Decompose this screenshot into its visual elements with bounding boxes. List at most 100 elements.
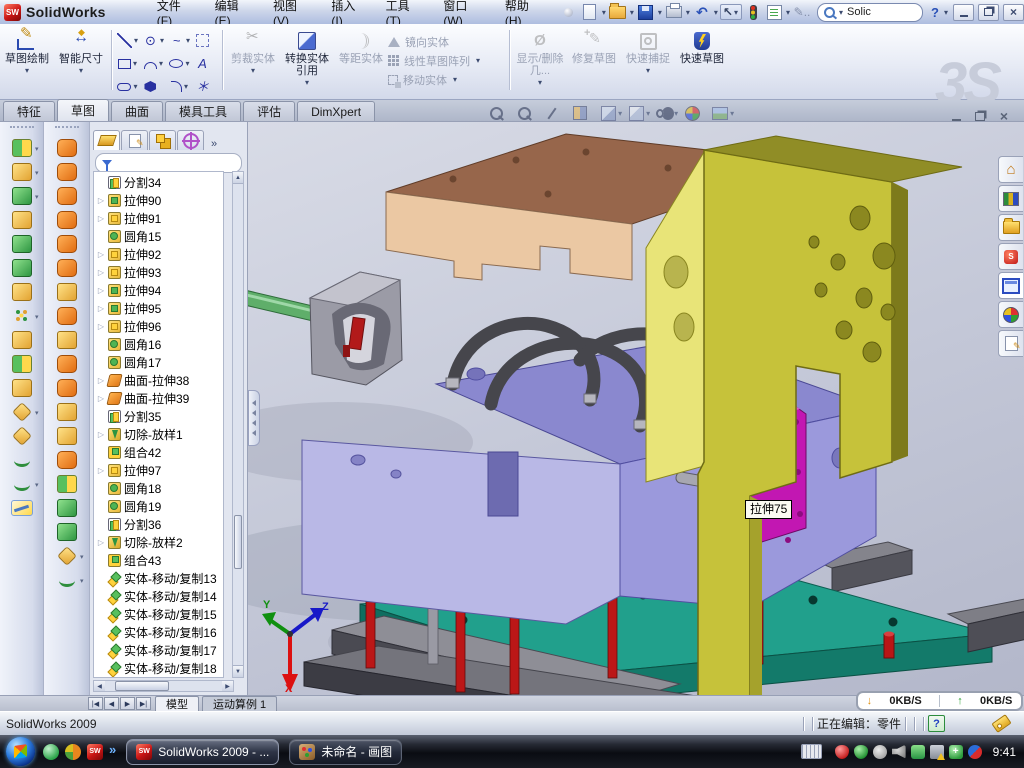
ribbon-right-button[interactable]: 快速捕捉 ▾ — [621, 27, 675, 95]
command-tab[interactable]: 曲面 — [111, 101, 163, 121]
toolbar-grip[interactable] — [55, 126, 79, 131]
tab-nav-button[interactable]: ▶ — [120, 697, 135, 710]
panel-overflow-chevron[interactable]: » — [211, 138, 217, 150]
taskbar-clock[interactable]: 9:41 — [993, 745, 1016, 759]
features-toolbar-icon[interactable]: ▾ — [52, 304, 82, 328]
tab-nav-button[interactable]: |◀ — [88, 697, 103, 710]
headsup-icon[interactable] — [600, 105, 616, 121]
feature-tree-item[interactable]: ▷ 实体-移动/复制18 — [94, 659, 223, 677]
scroll-thumb[interactable] — [234, 515, 242, 569]
features-toolbar-icon[interactable]: ▾ — [52, 352, 82, 376]
part-gray-clamp[interactable] — [310, 272, 402, 385]
feature-tree-item[interactable]: ▷ 切除-放样1 — [94, 425, 223, 443]
sketch-entity-button[interactable]: ▾ — [193, 29, 219, 52]
feature-tree-item[interactable]: ▷ 拉伸92 — [94, 245, 223, 263]
tree-filter-input[interactable] — [95, 153, 242, 173]
edit-color-icon[interactable]: ✎.. — [792, 3, 812, 21]
mold-toolbar-icon[interactable]: ▾ — [7, 424, 37, 448]
sketch-entity-button[interactable]: ＊ ▾ — [193, 75, 219, 98]
headsup-icon[interactable] — [488, 105, 504, 121]
expand-arrow-icon[interactable]: ▷ — [97, 250, 105, 259]
feature-tree-item[interactable]: ▷ 圆角15 — [94, 227, 223, 245]
quicklaunch-messenger-icon[interactable] — [43, 744, 59, 760]
dimxpert-manager-tab[interactable] — [177, 130, 204, 150]
sketch-entity-button[interactable]: ▾ — [115, 29, 141, 52]
tray-icon[interactable] — [854, 745, 868, 759]
doc-minimize-button[interactable] — [946, 108, 966, 124]
mold-toolbar-icon[interactable]: ▾ — [7, 304, 37, 328]
feature-tree-item[interactable]: ▷ 圆角17 — [94, 353, 223, 371]
feature-tree-item[interactable]: ▷ 曲面-拉伸39 — [94, 389, 223, 407]
feature-tree-item[interactable]: ▷ 拉伸93 — [94, 263, 223, 281]
mold-toolbar-icon[interactable]: ▾ — [7, 160, 37, 184]
doc-close-button[interactable]: × — [994, 108, 1014, 124]
start-button[interactable] — [6, 737, 35, 766]
tray-icon[interactable] — [892, 745, 906, 759]
tree-vertical-scrollbar[interactable]: ▲ ▼ — [232, 171, 244, 678]
quicklaunch-overflow-chevron[interactable]: » — [109, 742, 116, 757]
mold-toolbar-icon[interactable]: ▾ — [7, 208, 37, 232]
quicklaunch-solidworks-icon[interactable]: SW — [87, 744, 103, 760]
feature-tree-item[interactable]: ▷ 拉伸97 — [94, 461, 223, 479]
undo-dropdown[interactable]: ▾ — [714, 8, 718, 17]
ribbon-right-button[interactable]: 快速草图 ▾ — [675, 27, 729, 95]
mold-toolbar-icon[interactable]: ▾ — [7, 472, 37, 496]
scroll-down-icon[interactable]: ▼ — [233, 665, 243, 677]
expand-arrow-icon[interactable]: ▷ — [97, 430, 105, 439]
mold-toolbar-icon[interactable]: ▾ — [7, 352, 37, 376]
quicklaunch-app-icon[interactable] — [65, 744, 81, 760]
task-pane-tab[interactable] — [998, 185, 1023, 212]
expand-arrow-icon[interactable]: ▷ — [97, 538, 105, 547]
task-pane-tab[interactable]: ⌂ — [998, 156, 1023, 183]
input-language-icon[interactable] — [801, 744, 822, 759]
expand-arrow-icon[interactable]: ▷ — [97, 268, 105, 277]
scroll-up-icon[interactable]: ▲ — [233, 172, 243, 184]
expand-arrow-icon[interactable]: ▷ — [97, 196, 105, 205]
expand-arrow-icon[interactable]: ▷ — [97, 304, 105, 313]
features-toolbar-icon[interactable]: ▾ — [52, 328, 82, 352]
feature-manager-tab[interactable] — [93, 130, 120, 150]
close-button[interactable]: × — [1003, 4, 1024, 21]
feature-tree-item[interactable]: ▷ 实体-移动/复制17 — [94, 641, 223, 659]
feature-tree-item[interactable]: ▷ 组合43 — [94, 551, 223, 569]
feature-tree-item[interactable]: ▷ 圆角19 — [94, 497, 223, 515]
ribbon-mid-button[interactable]: 剪裁实体 ▾ — [226, 27, 280, 95]
pin-icon[interactable] — [559, 3, 579, 21]
features-toolbar-icon[interactable]: ▾ — [52, 472, 82, 496]
command-tab[interactable]: 草图 — [57, 99, 109, 121]
features-toolbar-icon[interactable]: ▾ — [52, 376, 82, 400]
command-tab[interactable]: 特征 — [3, 101, 55, 121]
sketch-entity-button[interactable]: ▾ — [167, 75, 193, 98]
graphics-viewport[interactable]: Y Z X — [248, 122, 1024, 695]
feature-tree-item[interactable]: ▷ 分割34 — [94, 173, 223, 191]
undo-icon[interactable]: ↶ — [692, 3, 712, 21]
feature-tree-item[interactable]: ▷ 实体-移动/复制13 — [94, 569, 223, 587]
mold-toolbar-icon[interactable]: ▾ — [7, 232, 37, 256]
mold-toolbar-icon[interactable]: ▾ — [7, 136, 37, 160]
options-icon[interactable] — [764, 3, 784, 21]
feature-tree-item[interactable]: ▷ 圆角16 — [94, 335, 223, 353]
sketch-entity-button[interactable]: ▾ — [141, 75, 167, 98]
feature-tree-item[interactable]: ▷ 分割36 — [94, 515, 223, 533]
panel-splitter-handle[interactable] — [248, 390, 260, 446]
tab-nav-button[interactable]: ◀ — [104, 697, 119, 710]
task-pane-tab[interactable] — [998, 214, 1023, 241]
tab-nav-button[interactable]: ▶| — [136, 697, 151, 710]
select-tool[interactable]: ↖▾ — [720, 4, 742, 20]
expand-arrow-icon[interactable]: ▷ — [97, 376, 105, 385]
minimize-button[interactable] — [953, 4, 974, 21]
tray-icon[interactable] — [968, 745, 982, 759]
search-input[interactable]: ▾ Solic — [817, 3, 923, 22]
tray-icon[interactable] — [911, 745, 925, 759]
ribbon-right-button[interactable]: Ø 显示/删除几... ▾ — [513, 27, 567, 95]
mold-toolbar-icon[interactable]: ▾ — [7, 256, 37, 280]
stoplight-rebuild-icon[interactable] — [743, 3, 763, 21]
features-toolbar-icon[interactable]: ▾ — [52, 496, 82, 520]
feature-tree-item[interactable]: ▷ 拉伸94 — [94, 281, 223, 299]
feature-tree-item[interactable]: ▷ 实体-移动/复制15 — [94, 605, 223, 623]
mold-toolbar-icon[interactable]: ▾ — [7, 376, 37, 400]
command-tab[interactable]: 评估 — [243, 101, 295, 121]
headsup-icon[interactable] — [572, 105, 588, 121]
print-icon[interactable] — [664, 3, 684, 21]
mold-toolbar-icon[interactable]: ▾ — [7, 328, 37, 352]
